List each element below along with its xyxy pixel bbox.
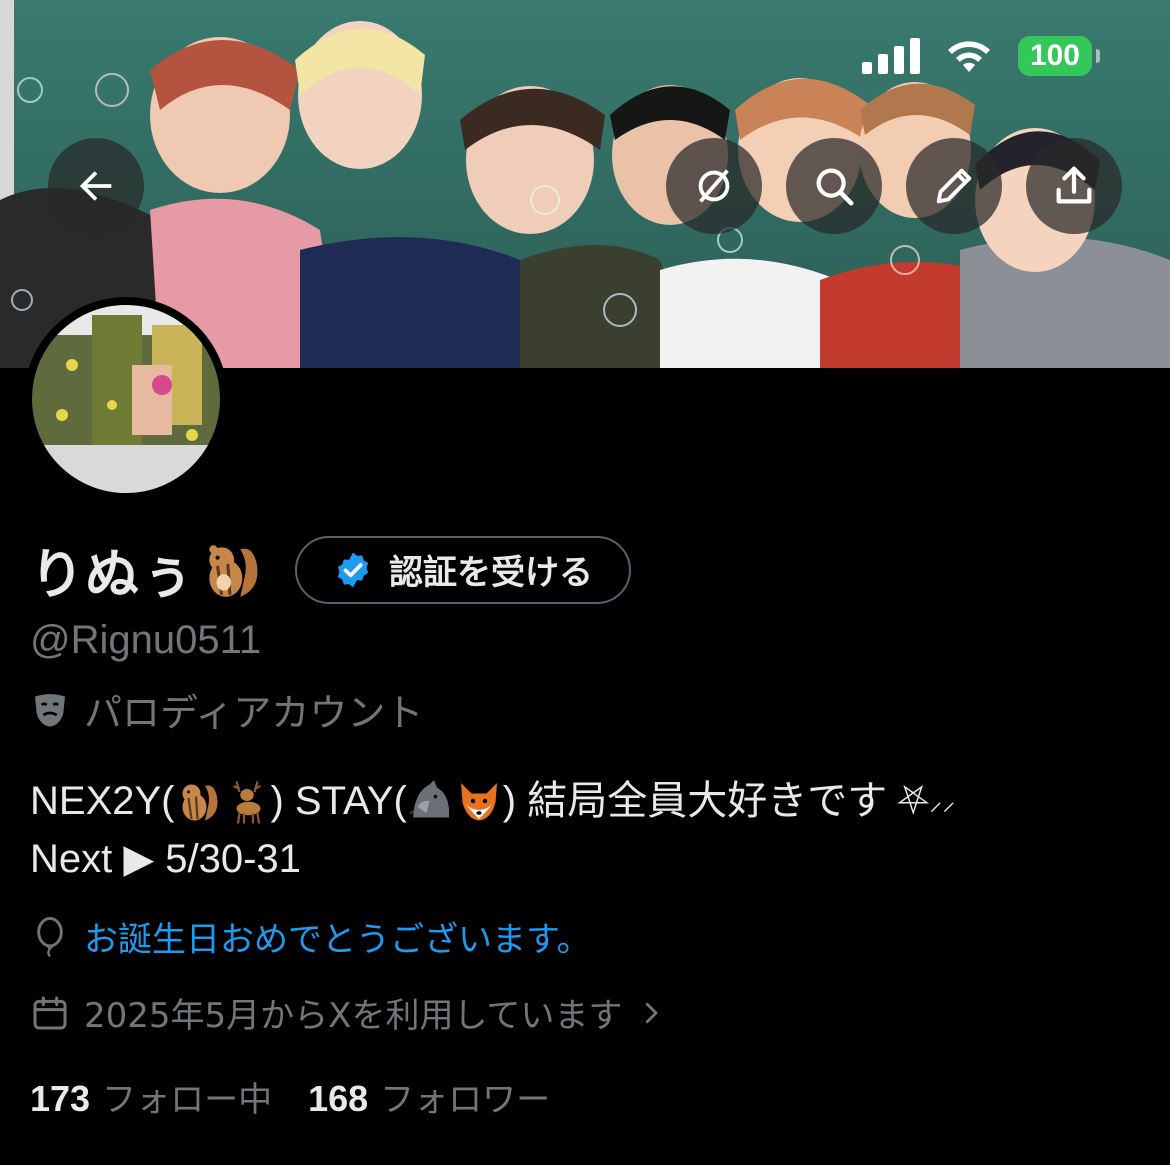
followers-label: フォロワー <box>380 1080 551 1120</box>
search-button[interactable] <box>786 138 882 234</box>
chipmunk-emoji-icon <box>182 784 217 821</box>
bio-text-b: ) STAY( <box>270 779 407 823</box>
following-label: フォロー中 <box>102 1080 273 1120</box>
bio: NEX2Y( ) STAY( ) 結局全員大好きです ⛧ ⸝⸝ Next ▶︎ … <box>30 772 955 888</box>
wolf-emoji-icon <box>408 780 449 818</box>
bio-line-1: NEX2Y( ) STAY( ) 結局全員大好きです ⛧ ⸝⸝ <box>30 772 955 830</box>
bio-pentagram: ⛧ <box>897 779 930 823</box>
edit-button[interactable] <box>906 138 1002 234</box>
battery-indicator: 100 <box>1017 36 1101 76</box>
arrow-left-icon <box>79 171 112 201</box>
name-row: りぬぅ 認証を受ける <box>30 530 631 609</box>
bio-text-c: ) 結局全員大好きです <box>502 779 888 823</box>
chevron-right-icon <box>646 1002 658 1023</box>
share-button[interactable] <box>1026 138 1122 234</box>
fox-emoji-icon <box>460 783 497 821</box>
follow-stats: 173 フォロー中 168 フォロワー <box>30 1072 550 1121</box>
verified-badge-icon <box>337 552 369 587</box>
share-icon <box>1056 166 1092 204</box>
get-verified-label: 認証を受ける <box>389 553 593 593</box>
followers-link[interactable]: 168 フォロワー <box>308 1072 550 1121</box>
grok-button[interactable] <box>666 138 762 234</box>
grok-icon <box>698 169 730 203</box>
avatar[interactable] <box>24 297 228 501</box>
get-verified-button[interactable]: 認証を受ける <box>295 535 631 604</box>
back-button[interactable] <box>48 138 144 234</box>
bio-slashes: ⸝⸝ <box>929 786 956 816</box>
display-name: りぬぅ <box>30 543 195 606</box>
birthday-text[interactable]: お誕生日おめでとうございます。 <box>84 912 591 961</box>
joined-text: 2025年5月からXを利用しています <box>84 996 623 1036</box>
joined-row[interactable]: 2025年5月からXを利用しています <box>30 988 666 1037</box>
wifi-icon <box>947 41 990 72</box>
calendar-icon <box>33 996 67 1029</box>
user-handle: @Rignu0511 <box>30 618 262 662</box>
bio-line-2: Next ▶︎ 5/30-31 <box>30 837 301 881</box>
cellular-signal-icon <box>861 38 920 74</box>
following-link[interactable]: 173 フォロー中 <box>30 1072 272 1121</box>
chipmunk-emoji-icon <box>209 544 258 597</box>
birthday-row: お誕生日おめでとうございます。 <box>30 912 591 961</box>
search-icon <box>816 168 854 206</box>
parody-label-row[interactable]: パロディアカウント <box>30 682 423 737</box>
bio-text-a: NEX2Y( <box>30 779 175 823</box>
followers-count: 168 <box>308 1078 369 1119</box>
deer-emoji-icon <box>232 781 261 824</box>
theater-mask-icon <box>35 693 65 727</box>
following-count: 173 <box>30 1078 91 1119</box>
pencil-icon <box>936 168 972 204</box>
parody-label: パロディアカウント <box>84 691 424 735</box>
status-bar: 100 <box>861 36 1101 76</box>
avatar-image <box>32 305 220 493</box>
balloon-icon <box>37 916 63 957</box>
